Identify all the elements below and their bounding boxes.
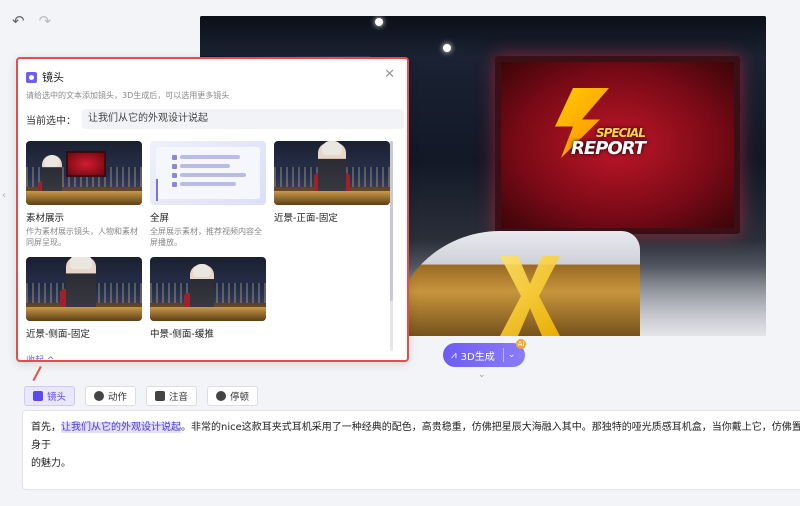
ceiling-light — [375, 18, 383, 26]
tab-pause[interactable]: 停顿 — [207, 386, 259, 406]
camera-card-closeup-front[interactable]: 近景-正面-固定 — [274, 141, 390, 224]
undo-icon[interactable]: ↶ — [12, 14, 25, 29]
gesture-icon — [94, 391, 105, 401]
card-desc: 作为素材展示镜头，人物和素材同屏呈现。 — [26, 227, 138, 247]
preview-ceiling — [200, 16, 766, 56]
camera-panel: 镜头 ✕ 请给选中的文本添加镜头，3D生成后，可以选用更多镜头 当前选中： 让我… — [16, 57, 409, 362]
card-name: 近景-侧面-固定 — [26, 329, 90, 340]
script-highlight[interactable]: 让我们从它的外观设计说起 — [61, 422, 181, 433]
ai-badge: AI — [516, 339, 526, 349]
collapse-link[interactable]: 收起 ^ — [26, 353, 54, 360]
card-thumbnail — [274, 141, 390, 205]
current-selection-value: 让我们从它的外观设计说起 — [82, 109, 404, 129]
card-thumbnail — [26, 141, 142, 205]
close-icon[interactable]: ✕ — [384, 67, 395, 82]
tab-camera[interactable]: 镜头 — [24, 386, 76, 406]
edit-tabs: 镜头 动作 注音 停顿 — [24, 386, 259, 406]
current-selection: 当前选中： 让我们从它的外观设计说起 — [26, 109, 404, 129]
tab-label: 镜头 — [47, 392, 67, 403]
card-name: 素材展示 — [26, 213, 65, 224]
card-name: 近景-正面-固定 — [274, 213, 338, 224]
sidebar-toggle-icon[interactable]: ‹ — [2, 190, 6, 201]
camera-icon — [26, 71, 37, 83]
tab-label: 停顿 — [230, 392, 250, 403]
camera-card-closeup-side[interactable]: 近景-侧面-固定 — [26, 257, 142, 340]
panel-hint: 请给选中的文本添加镜头，3D生成后，可以选用更多镜头 — [26, 91, 230, 100]
script-line2: 的魅力。 — [31, 458, 71, 469]
tab-label: 注音 — [169, 392, 189, 403]
camera-card-fullscreen[interactable]: 全屏 全屏展示素材，推荐视频内容全屏播放。 — [150, 141, 266, 248]
tab-action[interactable]: 动作 — [85, 386, 137, 406]
ceiling-light — [443, 44, 451, 52]
generate-3d-button[interactable]: ⩘ 3D生成 ⌄ — [443, 343, 525, 367]
history-toolbar: ↶ ↷ — [12, 14, 51, 29]
generate-3d-label: 3D生成 — [460, 351, 495, 363]
card-name: 全屏 — [150, 213, 170, 224]
camera-icon — [33, 391, 43, 401]
panel-header: 镜头 — [26, 69, 64, 85]
redo-icon[interactable]: ↷ — [39, 14, 52, 29]
button-divider — [502, 348, 504, 362]
tab-label: 动作 — [108, 392, 128, 403]
current-selection-label: 当前选中： — [26, 115, 76, 127]
collapse-chevron-icon[interactable]: ⌄ — [478, 370, 486, 380]
pause-icon — [216, 391, 227, 401]
script-lead: 首先， — [31, 422, 61, 433]
chevron-down-icon[interactable]: ⌄ — [508, 350, 516, 360]
tab-phonetic[interactable]: 注音 — [146, 386, 198, 406]
card-desc: 全屏展示素材，推荐视频内容全屏播放。 — [150, 227, 262, 247]
camera-card-medium-side[interactable]: 中景-侧面-缓推 — [150, 257, 266, 340]
screen-text-bottom: REPORT — [571, 138, 646, 159]
preview-screen: SPECIAL REPORT — [495, 56, 740, 234]
highlight-pointer — [32, 366, 42, 382]
panel-title: 镜头 — [42, 71, 64, 84]
card-thumbnail — [150, 257, 266, 321]
card-name: 中景-侧面-缓推 — [150, 329, 214, 340]
camera-card-material[interactable]: 素材展示 作为素材展示镜头，人物和素材同屏呈现。 — [26, 141, 142, 248]
script-editor[interactable]: 首先，让我们从它的外观设计说起。非常的nice这款耳夹式耳机采用了一种经典的配色… — [22, 410, 800, 490]
card-thumbnail — [26, 257, 142, 321]
trend-icon: ⩘ — [451, 349, 457, 361]
card-thumbnail — [150, 141, 266, 205]
annotation-icon — [155, 391, 166, 401]
panel-scrollbar[interactable] — [390, 141, 393, 351]
